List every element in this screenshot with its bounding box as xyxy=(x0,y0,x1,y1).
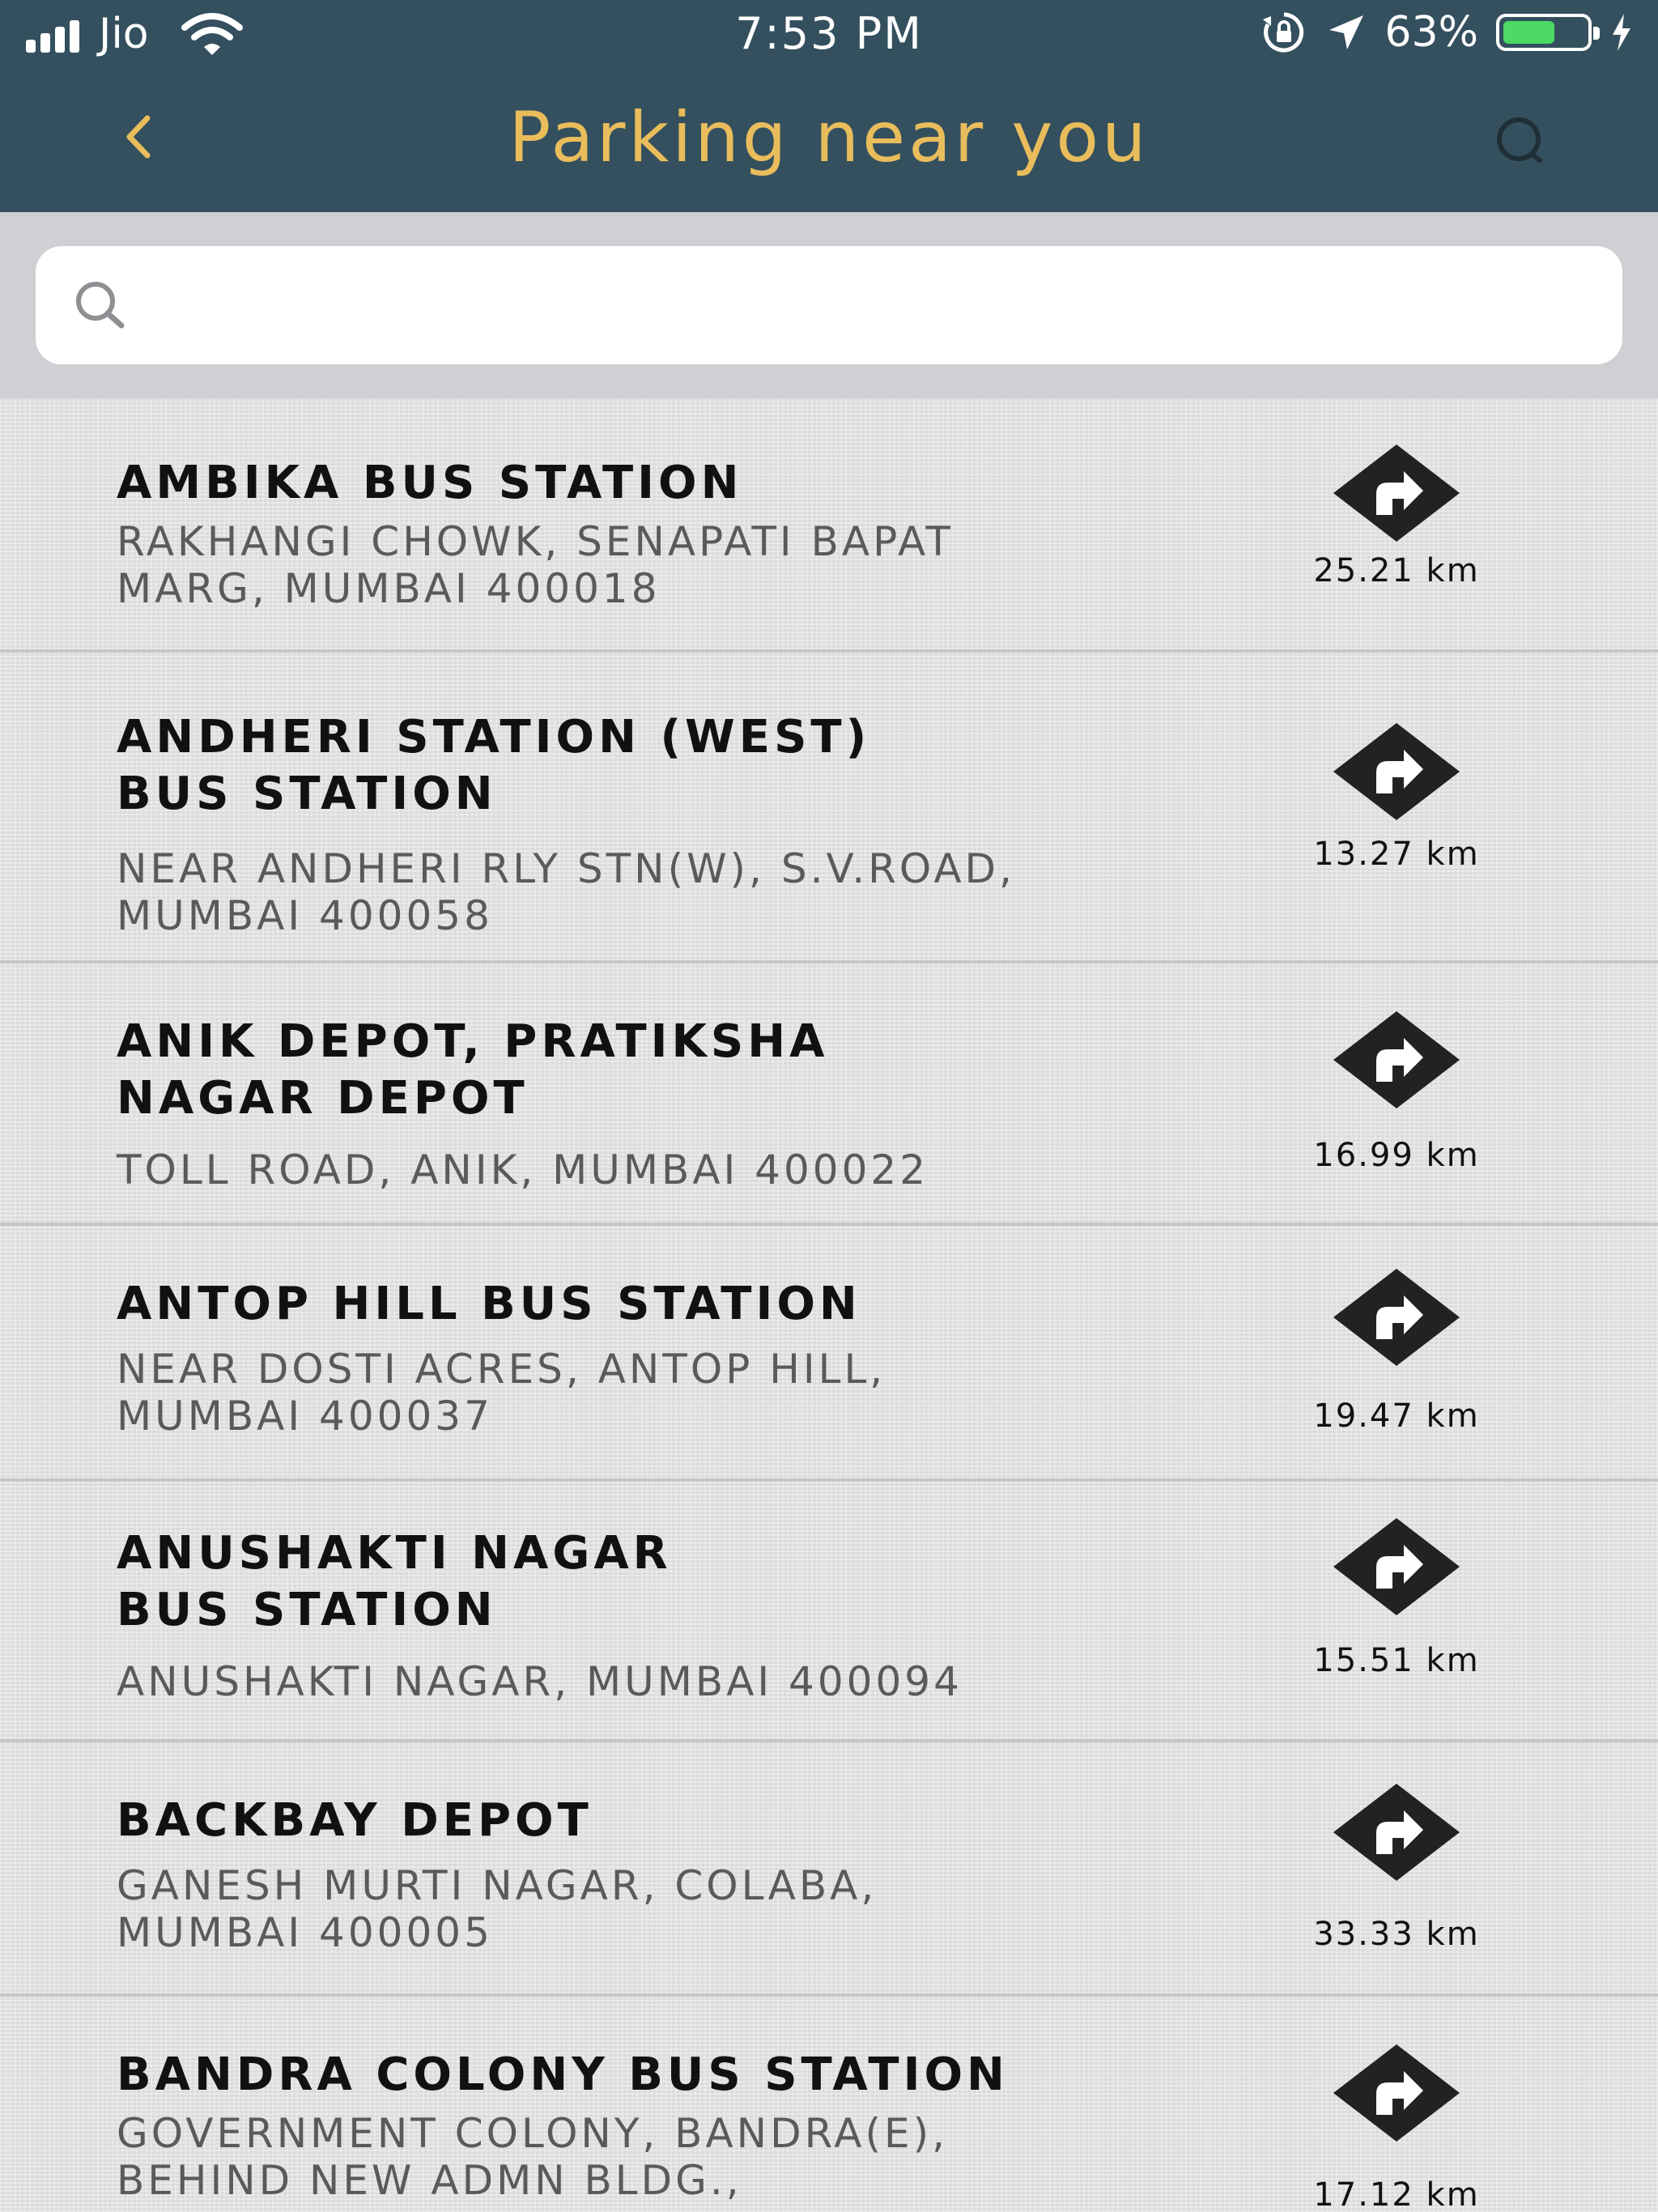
station-name: BACKBAY DEPOT xyxy=(117,1794,593,1847)
station-distance: 25.21 km xyxy=(1313,552,1480,589)
search-button[interactable] xyxy=(1488,113,1553,170)
station-distance: 13.27 km xyxy=(1313,836,1480,873)
location-arrow-icon xyxy=(1329,15,1364,49)
directions-icon[interactable] xyxy=(1328,1007,1465,1112)
battery-icon xyxy=(1496,14,1600,51)
station-address: RAKHANGI CHOWK, SENAPATI BAPAT MARG, MUM… xyxy=(117,518,954,612)
station-address: ANUSHAKTI NAGAR, MUMBAI 400094 xyxy=(117,1658,963,1705)
screen: Jio 7:53 PM 63% Parking near you AMBIKA … xyxy=(0,0,1658,2212)
station-row[interactable]: AMBIKA BUS STATION RAKHANGI CHOWK, SENAPA… xyxy=(0,398,1658,653)
station-distance: 19.47 km xyxy=(1313,1397,1480,1435)
station-name: ANUSHAKTI NAGAR BUS STATION xyxy=(117,1527,672,1636)
search-bar-container xyxy=(0,212,1658,398)
station-row[interactable]: ANDHERI STATION (WEST) BUS STATION NEAR A… xyxy=(0,653,1658,963)
search-icon xyxy=(1497,117,1542,163)
station-list: AMBIKA BUS STATION RAKHANGI CHOWK, SENAPA… xyxy=(0,398,1658,2212)
station-distance: 33.33 km xyxy=(1313,1916,1480,1953)
search-input[interactable] xyxy=(157,262,1585,350)
station-address: GOVERNMENT COLONY, BANDRA(E), BEHIND NEW… xyxy=(117,2110,948,2204)
station-row[interactable]: ANTOP HILL BUS STATION NEAR DOSTI ACRES, … xyxy=(0,1226,1658,1482)
station-distance: 15.51 km xyxy=(1313,1642,1480,1679)
station-address: NEAR DOSTI ACRES, ANTOP HILL, MUMBAI 400… xyxy=(117,1346,886,1440)
station-name: AMBIKA BUS STATION xyxy=(117,457,743,509)
navigation-bar: Parking near you xyxy=(0,68,1658,212)
station-address: TOLL ROAD, ANIK, MUMBAI 400022 xyxy=(117,1146,929,1193)
orientation-lock-icon xyxy=(1263,12,1304,53)
directions-icon[interactable] xyxy=(1328,1780,1465,1885)
page-title: Parking near you xyxy=(508,97,1150,178)
station-name: BANDRA COLONY BUS STATION xyxy=(117,2048,1009,2101)
directions-icon[interactable] xyxy=(1328,440,1465,546)
battery-tip xyxy=(1593,27,1600,40)
station-row[interactable]: BANDRA COLONY BUS STATION GOVERNMENT COLO… xyxy=(0,1997,1658,2212)
status-bar: Jio 7:53 PM 63% xyxy=(0,0,1658,68)
battery-percent: 63% xyxy=(1384,8,1478,57)
station-row[interactable]: ANIK DEPOT, PRATIKSHA NAGAR DEPOT TOLL RO… xyxy=(0,963,1658,1226)
station-name: ANIK DEPOT, PRATIKSHA NAGAR DEPOT xyxy=(117,1015,829,1125)
station-address: NEAR ANDHERI RLY STN(W), S.V.ROAD, MUMBA… xyxy=(117,845,1015,939)
top-bar: Jio 7:53 PM 63% Parking near you xyxy=(0,0,1658,212)
station-name: ANTOP HILL BUS STATION xyxy=(117,1278,861,1330)
status-right: 63% xyxy=(1260,8,1634,57)
battery-level-fill xyxy=(1503,21,1554,44)
station-distance: 16.99 km xyxy=(1313,1137,1480,1174)
station-row[interactable]: ANUSHAKTI NAGAR BUS STATION ANUSHAKTI NAG… xyxy=(0,1482,1658,1742)
search-field[interactable] xyxy=(36,246,1622,364)
directions-icon[interactable] xyxy=(1328,719,1465,824)
station-name: ANDHERI STATION (WEST) BUS STATION xyxy=(117,711,871,820)
station-distance: 17.12 km xyxy=(1313,2176,1480,2212)
directions-icon[interactable] xyxy=(1328,2040,1465,2146)
directions-icon[interactable] xyxy=(1328,1265,1465,1370)
station-row[interactable]: BACKBAY DEPOT GANESH MURTI NAGAR, COLABA,… xyxy=(0,1742,1658,1997)
search-field-magnifier-icon xyxy=(76,282,125,329)
charging-bolt-icon xyxy=(1613,14,1630,51)
directions-icon[interactable] xyxy=(1328,1514,1465,1619)
station-address: GANESH MURTI NAGAR, COLABA, MUMBAI 40000… xyxy=(117,1862,878,1956)
